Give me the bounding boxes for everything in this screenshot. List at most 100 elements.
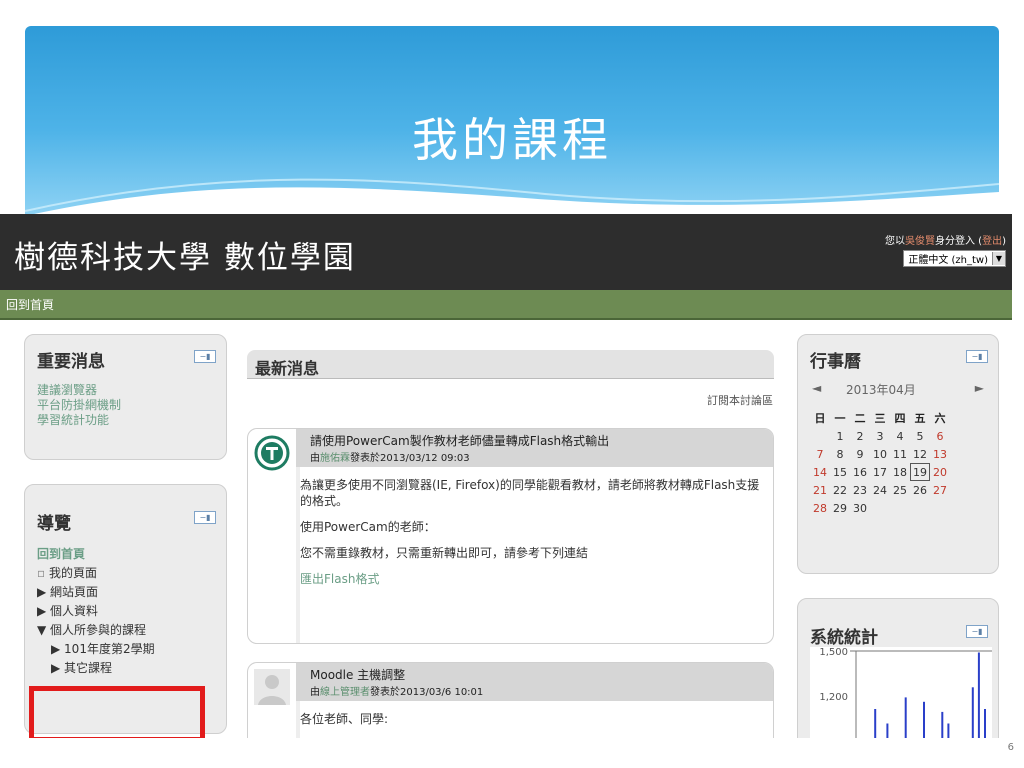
slide-title: 我的課程 (412, 113, 612, 167)
nav-item-profile[interactable]: ▶ 個人資料 (37, 602, 155, 621)
link-anti-idle[interactable]: 平台防掛網機制 (37, 398, 121, 413)
day-cell (890, 499, 910, 517)
weekday: 二 (854, 412, 866, 425)
weekday: 三 (874, 412, 886, 425)
day-cell[interactable]: 18 (890, 463, 910, 481)
nav-item-semester[interactable]: ▶ 101年度第2學期 (37, 640, 155, 659)
day-cell[interactable]: 1 (830, 427, 850, 445)
stats-bar (971, 687, 974, 738)
forum-post: Moodle 主機調整 由線上管理者發表於2013/03/6 10:01 各位老… (247, 662, 774, 738)
post-author-link[interactable]: 線上管理者 (320, 687, 370, 698)
nav-item-label: 個人資料 (50, 604, 99, 618)
day-cell[interactable]: 2 (850, 427, 870, 445)
bullet-icon: ▫ (37, 566, 49, 580)
calendar-month: 2013年04月 (846, 383, 916, 397)
day-cell[interactable]: 11 (890, 445, 910, 463)
day-cell[interactable]: 7 (810, 445, 830, 463)
week-row: 1 2 3 4 5 6 (810, 427, 950, 445)
stats-bar (923, 701, 925, 738)
day-cell[interactable]: 4 (890, 427, 910, 445)
day-cell[interactable]: 9 (850, 445, 870, 463)
block-toggle-icon[interactable]: −▮ (194, 511, 216, 524)
post-author-link[interactable]: 施佑霖 (320, 453, 350, 464)
nav-item-other-courses[interactable]: ▶ 其它課程 (37, 659, 155, 678)
block-title: 行事曆 (810, 352, 861, 372)
day-cell[interactable]: 15 (830, 463, 850, 481)
arrow-right-icon: ▶ (51, 661, 65, 675)
day-cell[interactable]: 14 (810, 463, 830, 481)
day-cell[interactable]: 25 (890, 481, 910, 499)
post-paragraph: 您不需重錄教材，只需重新轉出即可，請參考下列連結 (300, 546, 589, 560)
day-cell[interactable]: 23 (850, 481, 870, 499)
logout-link[interactable]: 登出 (982, 236, 1002, 247)
arrow-right-icon: ▶ (37, 585, 51, 599)
day-cell[interactable]: 30 (850, 499, 870, 517)
day-cell[interactable]: 21 (810, 481, 830, 499)
block-toggle-icon[interactable]: −▮ (966, 350, 988, 363)
day-cell[interactable]: 24 (870, 481, 890, 499)
important-news-block: 重要消息 −▮ 建議瀏覽器 平台防掛網機制 學習統計功能 (24, 334, 227, 460)
day-cell[interactable]: 17 (870, 463, 890, 481)
day-cell[interactable]: 26 (910, 481, 930, 499)
day-cell[interactable]: 28 (810, 499, 830, 517)
weekday: 一 (834, 412, 846, 425)
day-cell[interactable]: 27 (930, 481, 950, 499)
day-cell-today[interactable]: 19 (910, 463, 930, 481)
link-browser[interactable]: 建議瀏覽器 (37, 383, 121, 398)
user-link[interactable]: 吳俊賢 (905, 236, 935, 247)
weekday: 四 (894, 412, 906, 425)
stats-bar (886, 723, 889, 738)
block-toggle-icon[interactable]: −▮ (194, 350, 216, 363)
post-subject[interactable]: 請使用PowerCam製作教材老師儘量轉成Flash格式輸出 (310, 432, 609, 449)
site-header: 樹德科技大學 數位學園 您以吳俊賢身分登入 (登出) 正體中文 (zh_tw) … (0, 214, 1012, 290)
post-date: 發表於2013/03/6 10:01 (370, 687, 484, 698)
export-flash-link[interactable]: 匯出Flash格式 (300, 571, 767, 587)
day-cell[interactable]: 5 (910, 427, 930, 445)
post-byline: 由施佑霖發表於2013/03/12 09:03 (310, 449, 470, 464)
stats-bar (984, 709, 986, 738)
nav-item-site-pages[interactable]: ▶ 網站頁面 (37, 583, 155, 602)
day-cell[interactable]: 20 (930, 463, 950, 481)
stats-bar (941, 711, 944, 738)
day-cell[interactable]: 6 (930, 427, 950, 445)
chevron-down-icon[interactable]: ▼ (992, 252, 1005, 265)
stats-bar (977, 652, 980, 738)
nav-item-my-page[interactable]: ▫ 我的頁面 (37, 564, 155, 583)
post-paragraph: 各位老師、同學: (300, 712, 389, 726)
day-cell[interactable]: 13 (930, 445, 950, 463)
y-tick-label: 1,200 (819, 692, 848, 703)
day-cell[interactable]: 8 (830, 445, 850, 463)
post-subject[interactable]: Moodle 主機調整 (310, 666, 405, 683)
day-cell[interactable]: 3 (870, 427, 890, 445)
news-header: 最新消息 (247, 350, 774, 379)
block-title: 系統統計 (810, 628, 878, 648)
stats-bar (874, 709, 877, 738)
arrow-right-icon: ▶ (51, 642, 65, 656)
link-learning-stats[interactable]: 學習統計功能 (37, 413, 121, 428)
nav-item-label: 其它課程 (64, 661, 113, 675)
day-cell[interactable]: 10 (870, 445, 890, 463)
day-cell[interactable]: 29 (830, 499, 850, 517)
nav-item-label: 101年度第2學期 (64, 642, 155, 656)
login-info: 您以吳俊賢身分登入 (登出) (885, 232, 1006, 247)
by-prefix: 由 (310, 687, 320, 698)
by-prefix: 由 (310, 453, 320, 464)
day-cell (930, 499, 950, 517)
day-cell[interactable]: 16 (850, 463, 870, 481)
prev-month-button[interactable]: ◄ (812, 381, 821, 395)
nav-item-my-courses[interactable]: ▼ 個人所參與的課程 (37, 621, 155, 640)
next-month-button[interactable]: ► (975, 381, 984, 395)
block-toggle-icon[interactable]: −▮ (966, 625, 988, 638)
nav-home-link[interactable]: 回到首頁 (6, 296, 54, 313)
weekday: 日 (814, 412, 826, 425)
news-forum: 最新消息 訂閱本討論區 請使用PowerCam製作教材老師儘量轉成Flash格式… (247, 350, 777, 738)
news-title: 最新消息 (255, 359, 320, 378)
day-cell[interactable]: 12 (910, 445, 930, 463)
post-header: Moodle 主機調整 由線上管理者發表於2013/03/6 10:01 (296, 663, 773, 701)
week-row: 28 29 30 (810, 499, 950, 517)
day-cell (910, 499, 930, 517)
subscribe-link[interactable]: 訂閱本討論區 (707, 392, 773, 408)
day-cell[interactable]: 22 (830, 481, 850, 499)
nav-tree-home[interactable]: 回到首頁 (37, 545, 155, 564)
language-select[interactable]: 正體中文 (zh_tw) ▼ (903, 250, 1006, 267)
